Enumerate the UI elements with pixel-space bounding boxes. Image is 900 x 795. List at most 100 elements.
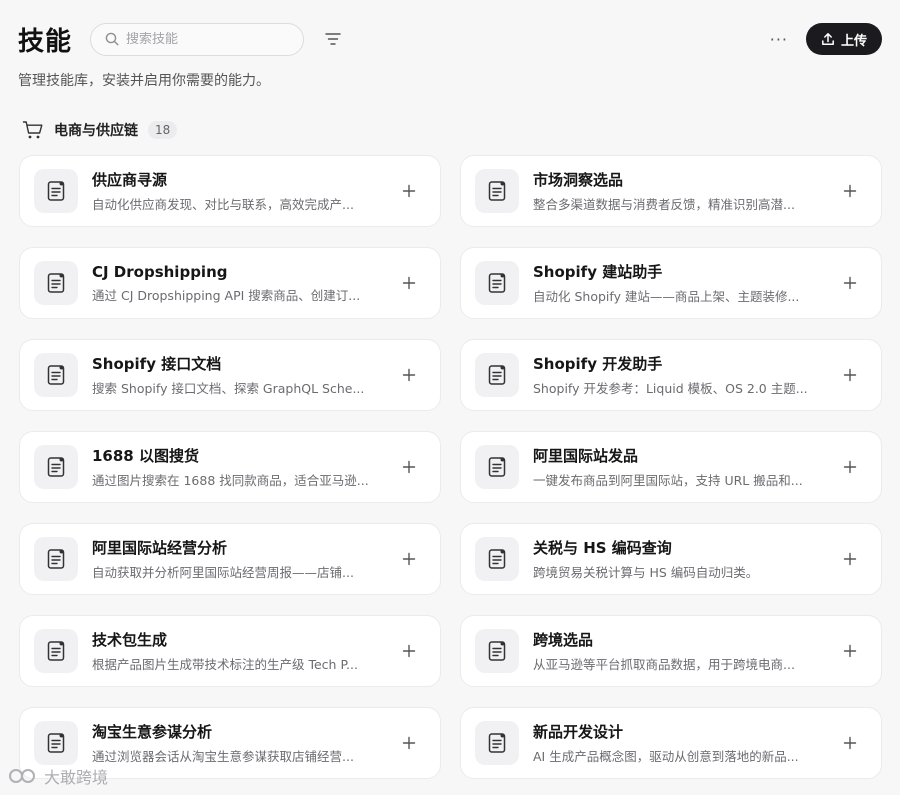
add-skill-button[interactable] bbox=[839, 364, 861, 386]
filter-button[interactable] bbox=[322, 28, 344, 50]
skill-description: 根据产品图片生成带技术标注的生产级 Tech P... bbox=[92, 657, 358, 672]
skill-icon-tile bbox=[34, 169, 78, 213]
plus-icon bbox=[843, 460, 857, 474]
skill-description: 自动获取并分析阿里国际站经营周报——店铺... bbox=[92, 565, 354, 580]
skill-text: Shopify 建站助手 自动化 Shopify 建站——商品上架、主题装修..… bbox=[533, 261, 825, 305]
skill-icon-tile bbox=[475, 721, 519, 765]
document-icon bbox=[488, 641, 506, 661]
document-icon bbox=[47, 273, 65, 293]
add-skill-button[interactable] bbox=[398, 272, 420, 294]
skill-title: 关税与 HS 编码查询 bbox=[533, 539, 672, 557]
skill-card[interactable]: 阿里国际站发品 一键发布商品到阿里国际站，支持 URL 搬品和... bbox=[460, 431, 882, 503]
add-skill-button[interactable] bbox=[839, 456, 861, 478]
skill-text: 阿里国际站发品 一键发布商品到阿里国际站，支持 URL 搬品和... bbox=[533, 445, 825, 489]
add-skill-button[interactable] bbox=[398, 180, 420, 202]
add-skill-button[interactable] bbox=[839, 732, 861, 754]
add-skill-button[interactable] bbox=[398, 364, 420, 386]
skill-card[interactable]: 市场洞察选品 整合多渠道数据与消费者反馈，精准识别高潜... bbox=[460, 155, 882, 227]
plus-icon bbox=[843, 736, 857, 750]
skill-text: Shopify 开发助手 Shopify 开发参考：Liquid 模板、OS 2… bbox=[533, 353, 825, 397]
skill-description: 通过图片搜索在 1688 找同款商品，适合亚马逊... bbox=[92, 473, 369, 488]
skill-description: 跨境贸易关税计算与 HS 编码自动归类。 bbox=[533, 565, 759, 580]
section-count-badge: 18 bbox=[148, 121, 178, 139]
skill-icon-tile bbox=[34, 629, 78, 673]
skill-card[interactable]: 技术包生成 根据产品图片生成带技术标注的生产级 Tech P... bbox=[19, 615, 441, 687]
skill-card[interactable]: Shopify 开发助手 Shopify 开发参考：Liquid 模板、OS 2… bbox=[460, 339, 882, 411]
upload-button-label: 上传 bbox=[840, 33, 867, 49]
plus-icon bbox=[843, 368, 857, 382]
document-icon bbox=[488, 273, 506, 293]
skill-card[interactable]: 关税与 HS 编码查询 跨境贸易关税计算与 HS 编码自动归类。 bbox=[460, 523, 882, 595]
add-skill-button[interactable] bbox=[398, 456, 420, 478]
skill-icon-tile bbox=[34, 353, 78, 397]
page-subtitle: 管理技能库，安装并启用你需要的能力。 bbox=[18, 73, 270, 89]
search-input[interactable] bbox=[126, 31, 287, 47]
skill-description: 通过浏览器会话从淘宝生意参谋获取店铺经营... bbox=[92, 749, 354, 764]
skill-title: 淘宝生意参谋分析 bbox=[92, 723, 213, 741]
section-header: 电商与供应链 18 bbox=[22, 118, 178, 142]
skill-description: 通过 CJ Dropshipping API 搜索商品、创建订... bbox=[92, 287, 361, 303]
watermark-logo-icon bbox=[9, 769, 35, 783]
document-icon bbox=[488, 733, 506, 753]
more-options-button[interactable]: ··· bbox=[770, 30, 788, 49]
skill-description: AI 生成产品概念图，驱动从创意到落地的新品... bbox=[533, 749, 799, 764]
skill-card[interactable]: 阿里国际站经营分析 自动获取并分析阿里国际站经营周报——店铺... bbox=[19, 523, 441, 595]
skill-text: 新品开发设计 AI 生成产品概念图，驱动从创意到落地的新品... bbox=[533, 721, 825, 765]
plus-icon bbox=[402, 552, 416, 566]
skill-icon-tile bbox=[475, 353, 519, 397]
document-icon bbox=[47, 181, 65, 201]
skill-card[interactable]: 跨境选品 从亚马逊等平台抓取商品数据，用于跨境电商... bbox=[460, 615, 882, 687]
plus-icon bbox=[402, 368, 416, 382]
skill-text: 1688 以图搜货 通过图片搜索在 1688 找同款商品，适合亚马逊... bbox=[92, 445, 384, 489]
skill-title: 阿里国际站发品 bbox=[533, 447, 639, 465]
skill-card[interactable]: 1688 以图搜货 通过图片搜索在 1688 找同款商品，适合亚马逊... bbox=[19, 431, 441, 503]
skill-description: 一键发布商品到阿里国际站，支持 URL 搬品和... bbox=[533, 473, 803, 488]
skill-title: CJ Dropshipping bbox=[92, 262, 228, 281]
shopping-cart-icon bbox=[22, 121, 43, 139]
search-icon bbox=[105, 32, 119, 46]
add-skill-button[interactable] bbox=[839, 548, 861, 570]
document-icon bbox=[488, 549, 506, 569]
skill-text: 供应商寻源 自动化供应商发现、对比与联系，高效完成产... bbox=[92, 169, 384, 213]
skill-icon-tile bbox=[475, 629, 519, 673]
add-skill-button[interactable] bbox=[839, 272, 861, 294]
search-box[interactable] bbox=[90, 22, 305, 56]
document-icon bbox=[47, 457, 65, 477]
skill-card[interactable]: CJ Dropshipping 通过 CJ Dropshipping API 搜… bbox=[19, 247, 441, 319]
skill-card[interactable]: Shopify 建站助手 自动化 Shopify 建站——商品上架、主题装修..… bbox=[460, 247, 882, 319]
plus-icon bbox=[402, 460, 416, 474]
skill-icon-tile bbox=[34, 721, 78, 765]
plus-icon bbox=[843, 276, 857, 290]
skill-title: 供应商寻源 bbox=[92, 171, 168, 189]
skill-title: Shopify 接口文档 bbox=[92, 355, 222, 373]
plus-icon bbox=[843, 184, 857, 198]
skill-card[interactable]: Shopify 接口文档 搜索 Shopify 接口文档、探索 GraphQL … bbox=[19, 339, 441, 411]
header: 技能 ··· 上传 bbox=[18, 22, 882, 57]
document-icon bbox=[47, 641, 65, 661]
document-icon bbox=[47, 733, 65, 753]
skill-text: 关税与 HS 编码查询 跨境贸易关税计算与 HS 编码自动归类。 bbox=[533, 537, 825, 581]
skill-card[interactable]: 供应商寻源 自动化供应商发现、对比与联系，高效完成产... bbox=[19, 155, 441, 227]
skill-icon-tile bbox=[34, 445, 78, 489]
skill-description: 自动化供应商发现、对比与联系，高效完成产... bbox=[92, 197, 354, 212]
watermark: 大敢跨境 bbox=[8, 764, 108, 788]
skill-text: Shopify 接口文档 搜索 Shopify 接口文档、探索 GraphQL … bbox=[92, 353, 384, 397]
skill-title: 跨境选品 bbox=[533, 631, 594, 649]
upload-button[interactable]: 上传 bbox=[806, 23, 882, 55]
watermark-text: 大敢跨境 bbox=[44, 768, 109, 787]
add-skill-button[interactable] bbox=[398, 640, 420, 662]
skill-description: Shopify 开发参考：Liquid 模板、OS 2.0 主题... bbox=[533, 381, 808, 396]
document-icon bbox=[47, 365, 65, 385]
add-skill-button[interactable] bbox=[839, 180, 861, 202]
plus-icon bbox=[402, 276, 416, 290]
skill-card[interactable]: 新品开发设计 AI 生成产品概念图，驱动从创意到落地的新品... bbox=[460, 707, 882, 779]
plus-icon bbox=[402, 644, 416, 658]
document-icon bbox=[47, 549, 65, 569]
document-icon bbox=[488, 181, 506, 201]
skill-text: 技术包生成 根据产品图片生成带技术标注的生产级 Tech P... bbox=[92, 629, 384, 673]
document-icon bbox=[488, 457, 506, 477]
add-skill-button[interactable] bbox=[839, 640, 861, 662]
add-skill-button[interactable] bbox=[398, 548, 420, 570]
filter-icon bbox=[325, 33, 341, 45]
add-skill-button[interactable] bbox=[398, 732, 420, 754]
